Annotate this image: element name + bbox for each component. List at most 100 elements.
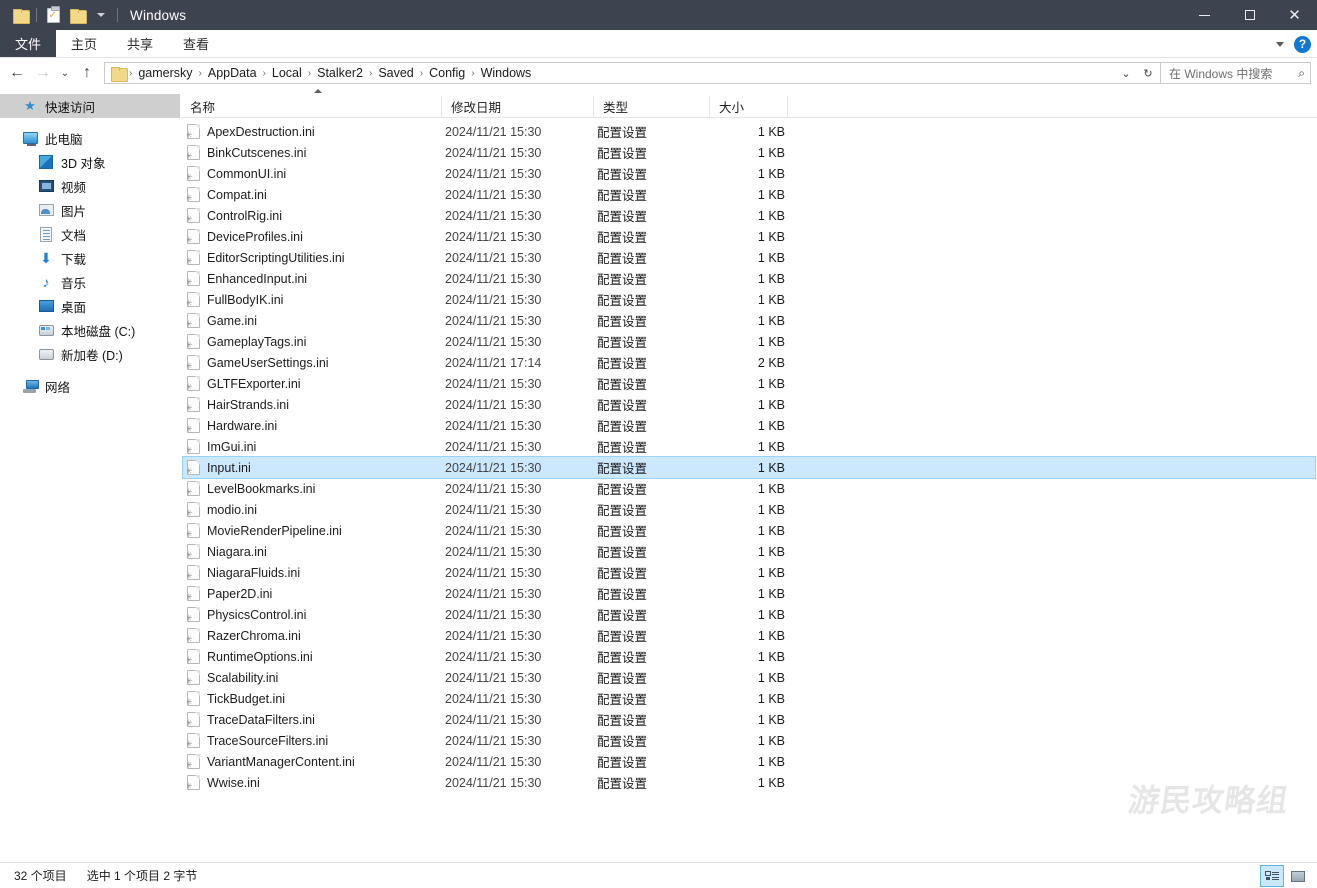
ini-file-icon: [187, 691, 200, 706]
qat-folder-button[interactable]: [8, 3, 32, 27]
table-row[interactable]: NiagaraFluids.ini 2024/11/21 15:30 配置设置 1 K…: [183, 562, 1315, 583]
ribbon-collapse-icon[interactable]: [1276, 41, 1284, 47]
sidebar-item-downloads[interactable]: ⬇ 下载: [0, 246, 180, 270]
sidebar-item-videos[interactable]: 视频: [0, 174, 180, 198]
breadcrumb-item-local[interactable]: Local: [267, 66, 307, 80]
downloads-icon: ⬇: [40, 250, 52, 266]
table-row[interactable]: ImGui.ini 2024/11/21 15:30 配置设置 1 KB: [183, 436, 1315, 457]
file-date-cell: 2024/11/21 15:30: [445, 208, 542, 223]
tab-file[interactable]: 文件: [0, 30, 56, 57]
ini-file-icon: [187, 670, 200, 685]
sidebar-item-this-pc[interactable]: 此电脑: [0, 126, 180, 150]
table-row[interactable]: PhysicsControl.ini 2024/11/21 15:30 配置设置 1 …: [183, 604, 1315, 625]
table-row[interactable]: HairStrands.ini 2024/11/21 15:30 配置设置 1 KB: [183, 394, 1315, 415]
table-row[interactable]: Compat.ini 2024/11/21 15:30 配置设置 1 KB: [183, 184, 1315, 205]
sidebar-item-new-volume-d[interactable]: 新加卷 (D:): [0, 342, 180, 366]
file-name-cell: VariantManagerContent.ini: [187, 754, 445, 769]
breadcrumb-item-windows[interactable]: Windows: [476, 66, 537, 80]
table-row[interactable]: BinkCutscenes.ini 2024/11/21 15:30 配置设置 1 K…: [183, 142, 1315, 163]
qat-new-folder-button[interactable]: [65, 3, 89, 27]
tab-share[interactable]: 共享: [112, 30, 168, 57]
table-row[interactable]: DeviceProfiles.ini 2024/11/21 15:30 配置设置 1 …: [183, 226, 1315, 247]
file-name-cell: EnhancedInput.ini: [187, 271, 445, 286]
close-button[interactable]: ✕: [1272, 0, 1317, 30]
table-row[interactable]: TraceDataFilters.ini 2024/11/21 15:30 配置设置…: [183, 709, 1315, 730]
table-row[interactable]: ControlRig.ini 2024/11/21 15:30 配置设置 1 KB: [183, 205, 1315, 226]
address-dropdown-icon[interactable]: ⌄: [1116, 63, 1136, 83]
table-row[interactable]: GameUserSettings.ini 2024/11/21 17:14 配置设置…: [183, 352, 1315, 373]
sidebar-item-network[interactable]: 网络: [0, 374, 180, 398]
maximize-icon: [1244, 10, 1255, 20]
table-row[interactable]: VariantManagerContent.ini 2024/11/21 15:3…: [183, 751, 1315, 772]
table-row[interactable]: TickBudget.ini 2024/11/21 15:30 配置设置 1 KB: [183, 688, 1315, 709]
file-date-cell: 2024/11/21 15:30: [445, 649, 542, 664]
file-date-cell: 2024/11/21 15:30: [445, 271, 542, 286]
breadcrumb-item-gamersky[interactable]: gamersky: [133, 66, 197, 80]
table-row[interactable]: ApexDestruction.ini 2024/11/21 15:30 配置设置 1…: [183, 121, 1315, 142]
table-row[interactable]: Paper2D.ini 2024/11/21 15:30 配置设置 1 KB: [183, 583, 1315, 604]
search-input[interactable]: 在 Windows 中搜索 ⌕: [1161, 62, 1311, 84]
sidebar-item-3d-objects[interactable]: 3D 对象: [0, 150, 180, 174]
table-row[interactable]: Niagara.ini 2024/11/21 15:30 配置设置 1 KB: [183, 541, 1315, 562]
table-row[interactable]: Scalability.ini 2024/11/21 15:30 配置设置 1 KB: [183, 667, 1315, 688]
table-row[interactable]: EditorScriptingUtilities.ini 2024/11/21 1…: [183, 247, 1315, 268]
table-row[interactable]: Input.ini 2024/11/21 15:30 配置设置 1 KB: [182, 456, 1316, 479]
file-name-label: Input.ini: [207, 460, 251, 475]
file-type-cell: 配置设置: [597, 168, 648, 182]
tab-view[interactable]: 查看: [168, 30, 224, 57]
column-header-size[interactable]: 大小: [710, 95, 788, 118]
refresh-icon[interactable]: ↻: [1138, 63, 1158, 83]
file-date-cell: 2024/11/21 15:30: [445, 544, 542, 559]
column-header-date[interactable]: 修改日期: [442, 95, 594, 118]
table-row[interactable]: RazerChroma.ini 2024/11/21 15:30 配置设置 1 KB: [183, 625, 1315, 646]
qat-divider-2: [117, 8, 118, 22]
qat-customize-button[interactable]: [89, 3, 113, 27]
sort-ascending-icon: [314, 89, 322, 93]
sidebar-item-quick-access[interactable]: ★ 快速访问: [0, 94, 180, 118]
maximize-button[interactable]: [1227, 0, 1272, 30]
table-row[interactable]: FullBodyIK.ini 2024/11/21 15:30 配置设置 1 KB: [183, 289, 1315, 310]
tab-home[interactable]: 主页: [56, 30, 112, 57]
sidebar-item-desktop[interactable]: 桌面: [0, 294, 180, 318]
table-row[interactable]: CommonUI.ini 2024/11/21 15:30 配置设置 1 KB: [183, 163, 1315, 184]
table-row[interactable]: LevelBookmarks.ini 2024/11/21 15:30 配置设置 1 …: [183, 478, 1315, 499]
file-name-cell: EditorScriptingUtilities.ini: [187, 250, 445, 265]
chevron-down-icon: [97, 13, 105, 17]
file-date-cell: 2024/11/21 15:30: [445, 775, 542, 790]
file-type-cell: 配置设置: [597, 336, 648, 350]
breadcrumb-item-stalker2[interactable]: Stalker2: [312, 66, 368, 80]
ini-file-icon: [187, 271, 200, 286]
file-size-cell: 1 KB: [757, 607, 785, 622]
up-button[interactable]: ↑: [74, 60, 100, 86]
breadcrumb-item-appdata[interactable]: AppData: [203, 66, 262, 80]
table-row[interactable]: EnhancedInput.ini 2024/11/21 15:30 配置设置 1 K…: [183, 268, 1315, 289]
details-view-button[interactable]: [1260, 865, 1284, 887]
table-row[interactable]: GameplayTags.ini 2024/11/21 15:30 配置设置 1 KB: [183, 331, 1315, 352]
column-header-name[interactable]: 名称: [181, 95, 442, 118]
sidebar-item-documents[interactable]: 文档: [0, 222, 180, 246]
forward-button[interactable]: →: [30, 60, 56, 86]
table-row[interactable]: TraceSourceFilters.ini 2024/11/21 15:30 配置…: [183, 730, 1315, 751]
recent-locations-button[interactable]: ⌄: [56, 60, 74, 86]
help-icon[interactable]: ?: [1294, 35, 1311, 53]
table-row[interactable]: modio.ini 2024/11/21 15:30 配置设置 1 KB: [183, 499, 1315, 520]
minimize-button[interactable]: [1182, 0, 1227, 30]
file-size-cell: 1 KB: [757, 733, 785, 748]
breadcrumb-item-config[interactable]: Config: [424, 66, 470, 80]
sidebar-item-local-disk-c[interactable]: 本地磁盘 (C:): [0, 318, 180, 342]
table-row[interactable]: MovieRenderPipeline.ini 2024/11/21 15:30 配…: [183, 520, 1315, 541]
table-row[interactable]: RuntimeOptions.ini 2024/11/21 15:30 配置设置 1 …: [183, 646, 1315, 667]
column-header-type[interactable]: 类型: [594, 95, 710, 118]
breadcrumb-item-saved[interactable]: Saved: [373, 66, 418, 80]
table-row[interactable]: GLTFExporter.ini 2024/11/21 15:30 配置设置 1 KB: [183, 373, 1315, 394]
table-row[interactable]: Hardware.ini 2024/11/21 15:30 配置设置 1 KB: [183, 415, 1315, 436]
sidebar-item-music[interactable]: ♪ 音乐: [0, 270, 180, 294]
back-button[interactable]: ←: [4, 60, 30, 86]
sidebar-item-pictures[interactable]: 图片: [0, 198, 180, 222]
qat-properties-button[interactable]: [41, 3, 65, 27]
file-name-cell: GameplayTags.ini: [187, 334, 445, 349]
address-field[interactable]: › gamersky › AppData › Local › Stalker2 …: [104, 62, 1161, 84]
large-icons-view-button[interactable]: [1287, 866, 1309, 886]
file-date-cell: 2024/11/21 15:30: [445, 187, 542, 202]
table-row[interactable]: Game.ini 2024/11/21 15:30 配置设置 1 KB: [183, 310, 1315, 331]
